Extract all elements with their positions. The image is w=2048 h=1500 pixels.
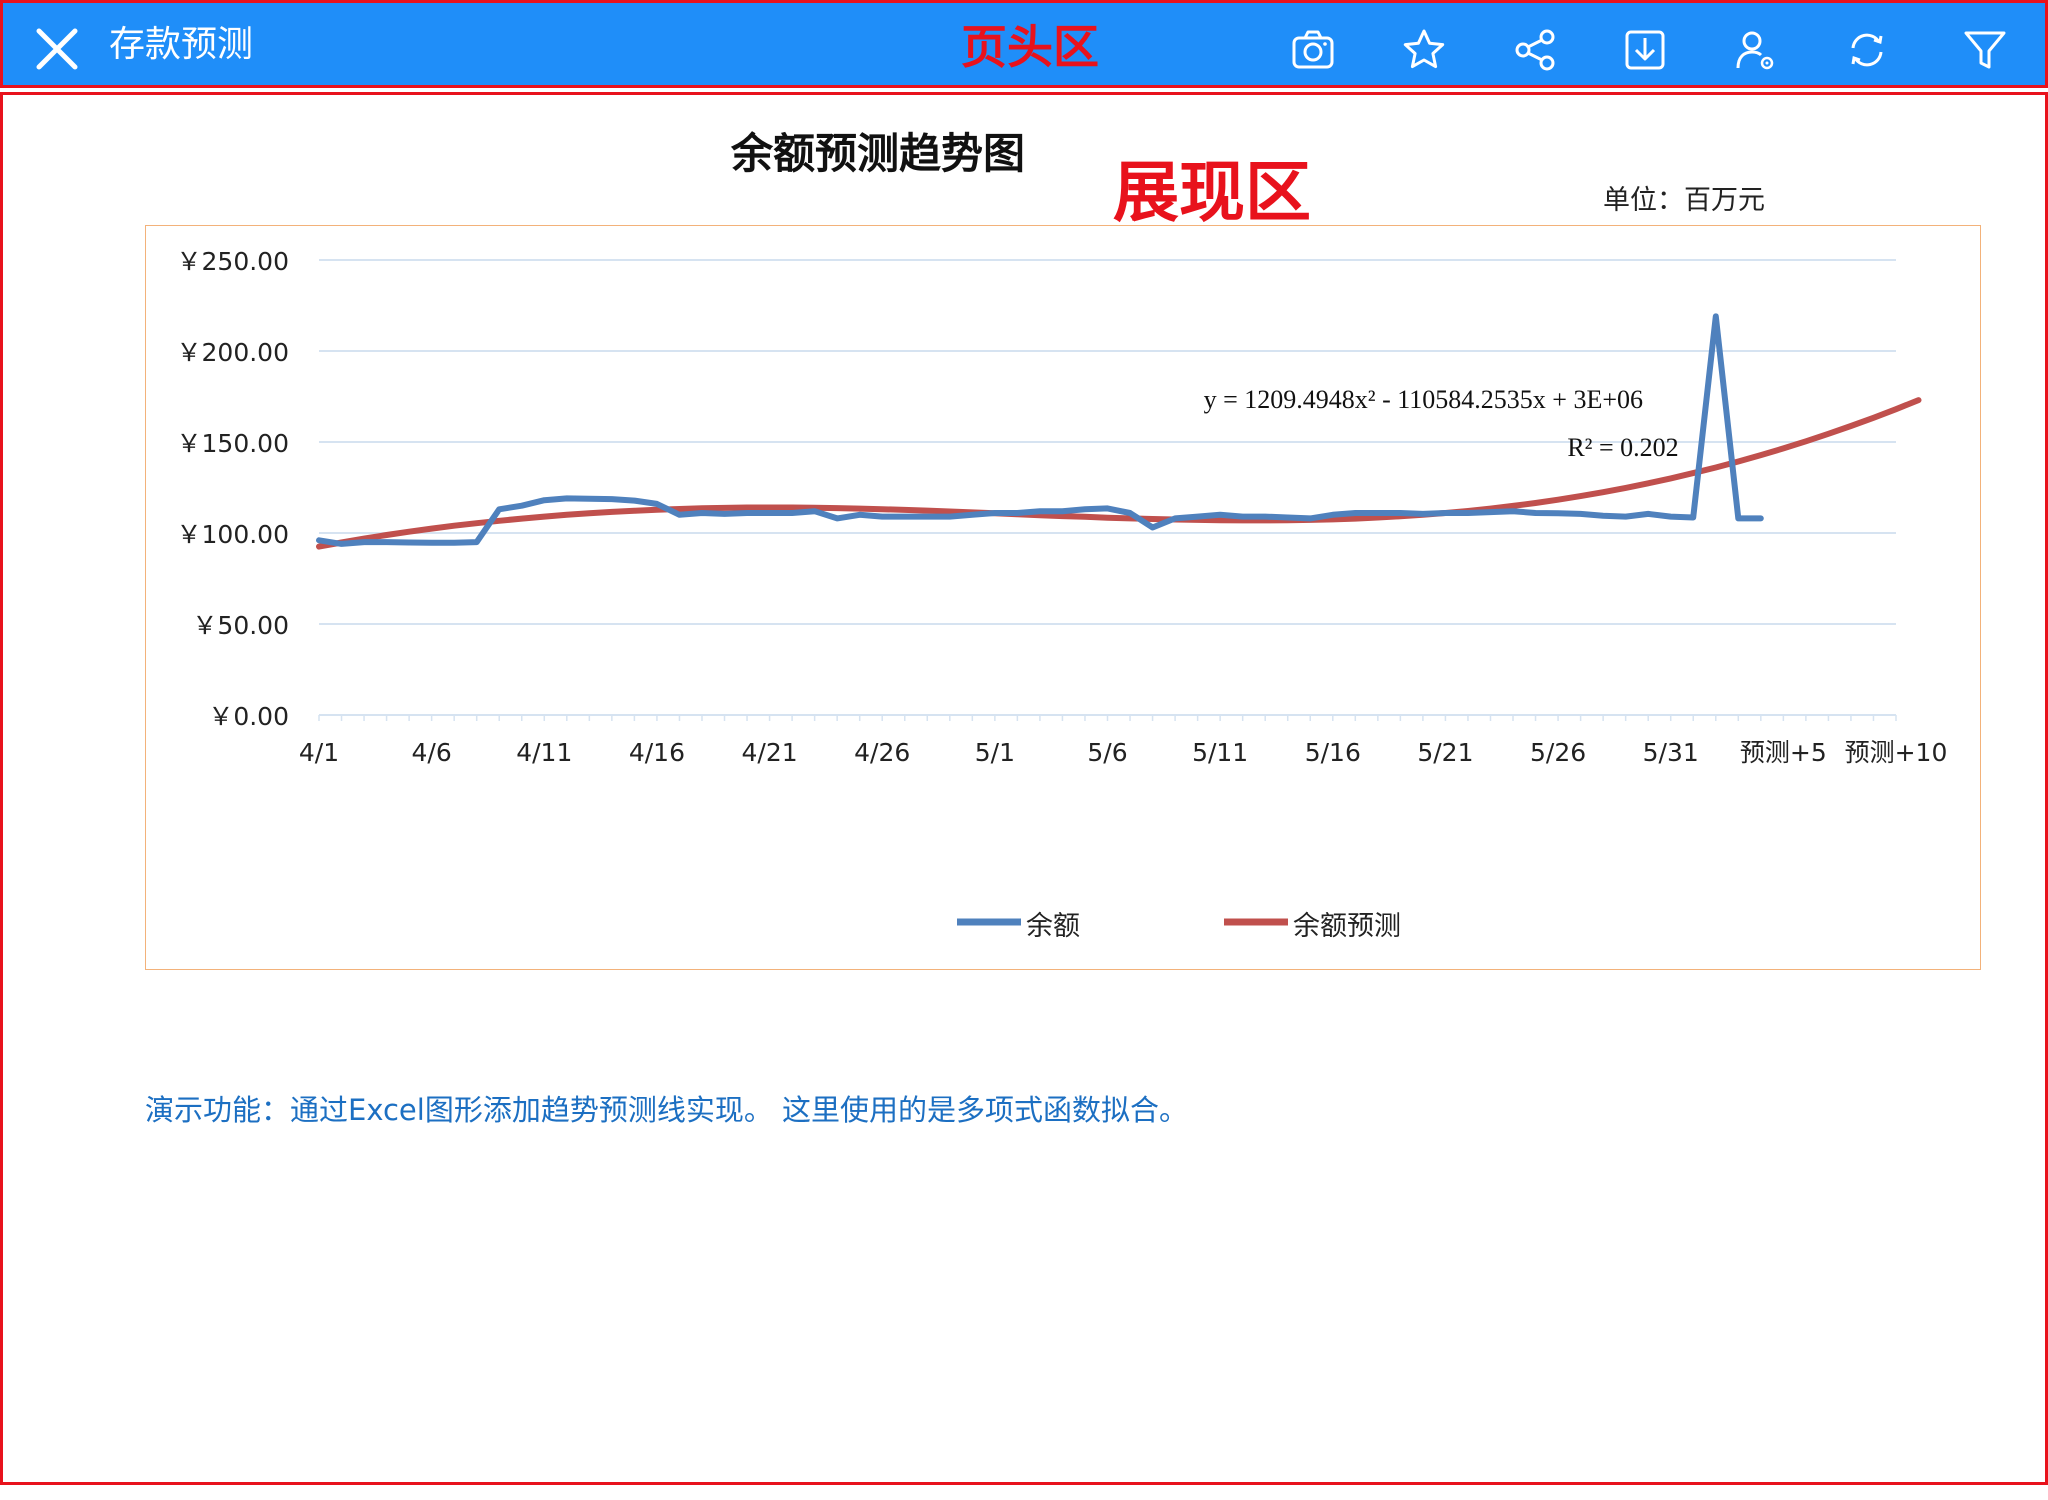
page-title: 存款预测	[109, 24, 254, 65]
share-button[interactable]	[1512, 27, 1558, 73]
refresh-icon	[1851, 33, 1883, 67]
chart-frame: ￥0.00 ￥50.00 ￥100.00 ￥150.00 ￥200.00 ￥250.00 …	[145, 225, 1981, 970]
x-tick-label: 4/6	[412, 738, 452, 767]
x-tick-label: 5/21	[1417, 738, 1473, 767]
x-tick-label: 5/16	[1305, 738, 1361, 767]
x-tick-label: 4/21	[742, 738, 798, 767]
x-tick-label: 5/31	[1643, 738, 1699, 767]
x-axis-labels: 4/1 4/6 4/11 4/16 4/21 4/26 5/1 5/6 5/11 5/16 5/21…	[299, 738, 1948, 767]
y-tick-label: ￥200.00	[177, 338, 289, 367]
download-icon	[1625, 30, 1665, 70]
display-area: 余额预测趋势图 展现区 单位：百万元 ￥0.00 ￥50.00 ￥100.00 ￥15…	[0, 92, 2048, 1485]
trendline-r2: R² = 0.202	[1567, 433, 1678, 462]
favorite-button[interactable]	[1401, 27, 1447, 73]
trendline-equation: y = 1209.4948x² - 110584.2535x + 3E+06	[1204, 385, 1643, 414]
trend-chart: ￥0.00￥50.00￥100.00￥150.00￥200.00￥250.00 …	[177, 247, 1948, 942]
display-area-annotation: 展现区	[1113, 154, 1311, 231]
unit-label: 单位：百万元	[1603, 185, 1765, 216]
y-tick-label: ￥0.00	[208, 702, 289, 731]
close-button[interactable]	[33, 25, 81, 73]
y-tick-label: ￥100.00	[177, 520, 289, 549]
close-icon	[36, 28, 78, 70]
demo-footnote: 演示功能：通过Excel图形添加趋势预测线实现。 这里使用的是多项式函数拟合。	[145, 1093, 1189, 1127]
series-forecast-line	[316, 397, 1922, 550]
y-tick-label: ￥250.00	[177, 247, 289, 276]
y-tick-label: ￥50.00	[192, 611, 289, 640]
refresh-button[interactable]	[1844, 27, 1890, 73]
screenshot-button[interactable]	[1290, 27, 1336, 73]
star-icon	[1403, 29, 1445, 69]
x-tick-label: 4/11	[516, 738, 572, 767]
x-tick-label: 5/11	[1192, 738, 1248, 767]
trendline-annotation: y = 1209.4948x² - 110584.2535x + 3E+06 R…	[1204, 385, 1679, 462]
y-tick-label: ￥150.00	[177, 429, 289, 458]
header-bar: 存款预测 页头区	[0, 0, 2048, 88]
user-settings-button[interactable]	[1733, 27, 1779, 73]
download-button[interactable]	[1622, 27, 1668, 73]
x-tick-label: 5/6	[1087, 738, 1127, 767]
x-tick-label: 预测+10	[1845, 738, 1948, 767]
x-tick-label: 5/1	[975, 738, 1015, 767]
share-icon	[1515, 29, 1555, 71]
x-tick-label: 5/26	[1530, 738, 1586, 767]
filter-button[interactable]	[1962, 27, 2008, 73]
y-axis-labels: ￥0.00 ￥50.00 ￥100.00 ￥150.00 ￥200.00 ￥250.00	[177, 247, 289, 731]
legend-label-forecast: 余额预测	[1293, 911, 1401, 942]
x-tick-label: 4/26	[854, 738, 910, 767]
chart-title: 余额预测趋势图	[730, 129, 1025, 178]
legend-label-balance: 余额	[1026, 911, 1080, 942]
header-area-annotation: 页头区	[961, 20, 1099, 74]
user-settings-icon	[1736, 31, 1774, 70]
x-tick-label: 4/16	[629, 738, 685, 767]
filter-icon	[1964, 31, 2006, 69]
camera-icon	[1292, 30, 1334, 69]
x-tick-label: 4/1	[299, 738, 339, 767]
x-tick-label: 预测+5	[1740, 738, 1827, 767]
chart-legend: 余额 余额预测	[957, 911, 1401, 942]
x-axis	[318, 714, 1897, 721]
